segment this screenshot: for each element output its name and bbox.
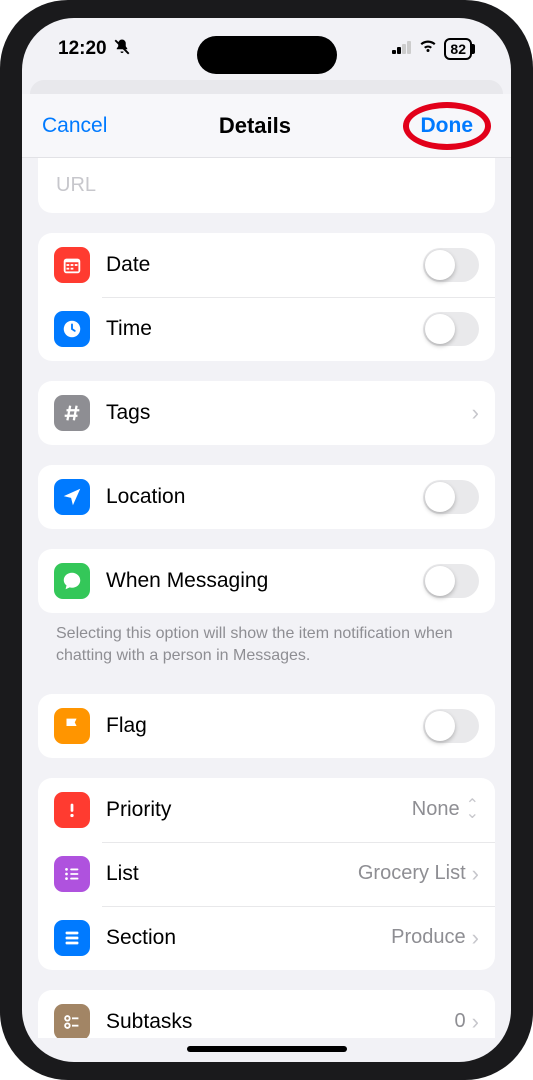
priority-label: Priority [106,798,396,822]
calendar-icon [54,247,90,283]
list-row[interactable]: List Grocery List › [38,842,495,906]
done-highlight-circle: Done [403,102,492,150]
section-label: Section [106,926,375,950]
phone-frame: 12:20 82 [0,0,533,1080]
clock-icon [54,311,90,347]
page-title: Details [219,113,291,139]
home-indicator[interactable] [187,1046,347,1052]
chevron-right-icon: › [472,400,479,426]
list-label: List [106,862,342,886]
tags-label: Tags [106,401,456,425]
updown-icon: ⌃⌄ [466,802,479,818]
location-toggle[interactable] [423,480,479,514]
silent-mode-icon [113,38,131,61]
flag-group: Flag [38,694,495,758]
flag-toggle[interactable] [423,709,479,743]
chevron-right-icon: › [472,861,479,887]
date-row[interactable]: Date [38,233,495,297]
hash-icon [54,395,90,431]
messaging-group: When Messaging [38,549,495,613]
time-row[interactable]: Time [38,297,495,361]
subtasks-group: Subtasks 0 › [38,990,495,1038]
sheet-background-card [30,80,503,94]
messaging-row[interactable]: When Messaging [38,549,495,613]
section-row[interactable]: Section Produce › [38,906,495,970]
tags-row[interactable]: Tags › [38,381,495,445]
battery-percent: 82 [450,41,466,57]
exclamation-icon [54,792,90,828]
cellular-icon [392,38,412,60]
done-button[interactable]: Done [421,114,474,138]
priority-list-section-group: Priority None ⌃⌄ List Grocery List › [38,778,495,970]
location-label: Location [106,485,407,509]
screen: 12:20 82 [22,18,511,1062]
nav-bar: Cancel Details Done [22,94,511,158]
battery-icon: 82 [444,38,472,60]
url-field[interactable]: URL [38,158,495,213]
chevron-right-icon: › [472,1009,479,1035]
date-toggle[interactable] [423,248,479,282]
date-label: Date [106,253,407,277]
messaging-toggle[interactable] [423,564,479,598]
list-value: Grocery List [358,862,466,885]
subtasks-label: Subtasks [106,1010,439,1034]
subtasks-value: 0 [455,1010,466,1033]
tags-group: Tags › [38,381,495,445]
cancel-button[interactable]: Cancel [42,114,107,138]
url-group: URL [38,158,495,213]
subtasks-icon [54,1004,90,1038]
chevron-right-icon: › [472,925,479,951]
flag-icon [54,708,90,744]
location-row[interactable]: Location [38,465,495,529]
date-time-group: Date Time [38,233,495,361]
subtasks-row[interactable]: Subtasks 0 › [38,990,495,1038]
time-label: Time [106,317,407,341]
messaging-footer: Selecting this option will show the item… [38,613,495,674]
section-value: Produce [391,926,466,949]
location-arrow-icon [54,479,90,515]
dynamic-island [197,36,337,74]
priority-row[interactable]: Priority None ⌃⌄ [38,778,495,842]
flag-label: Flag [106,714,407,738]
list-bullet-icon [54,856,90,892]
flag-row[interactable]: Flag [38,694,495,758]
content-scroll[interactable]: URL Date Time [22,158,511,1038]
priority-value: None [412,798,460,821]
time-toggle[interactable] [423,312,479,346]
messaging-label: When Messaging [106,569,407,593]
message-bubble-icon [54,563,90,599]
location-group: Location [38,465,495,529]
wifi-icon [418,38,438,60]
status-time: 12:20 [58,38,107,60]
section-list-icon [54,920,90,956]
